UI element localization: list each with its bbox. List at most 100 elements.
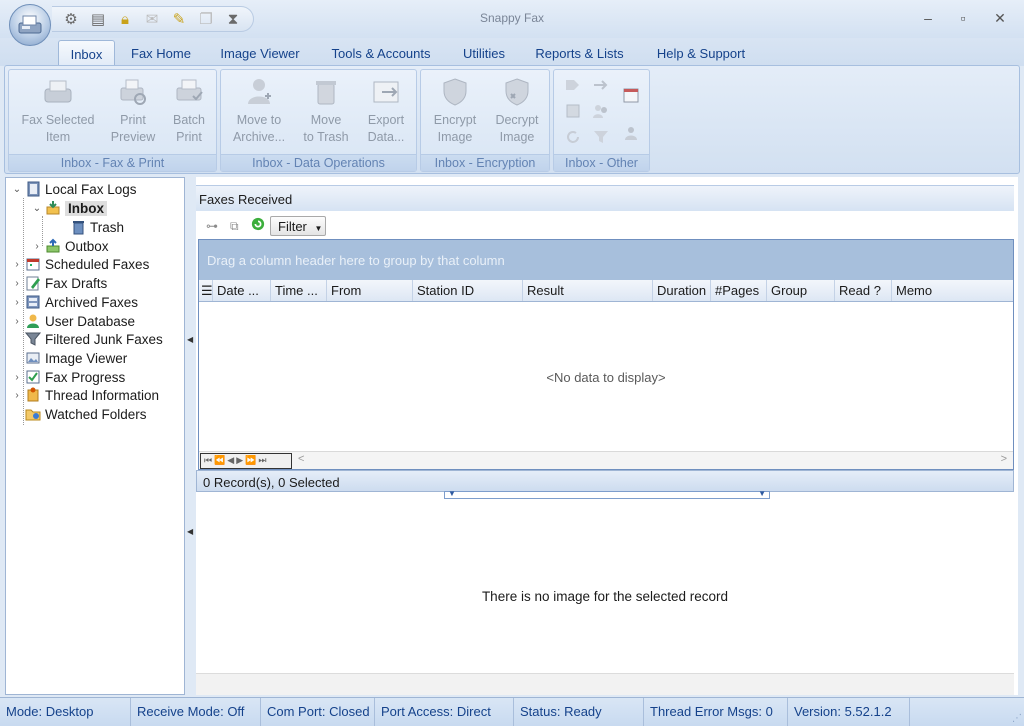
tree-item-scheduled-faxes[interactable]: › Scheduled Faxes	[11, 255, 149, 273]
user-icon	[27, 314, 39, 328]
tree-item-local-fax-logs[interactable]: ⌄ Local Fax Logs	[11, 180, 137, 198]
tree-item-archived-faxes[interactable]: › Archived Faxes	[11, 293, 138, 311]
filter-dropdown-button[interactable]: Filter ▼	[270, 216, 326, 236]
collapse-left-icon[interactable]: ◀	[187, 527, 193, 536]
scroll-right-arrow[interactable]: >	[1001, 453, 1007, 465]
status-mode: Mode: Desktop	[0, 698, 131, 726]
ribbon-group-encryption: Encrypt Image Decrypt Image Inbox - Encryp…	[420, 69, 550, 172]
minimize-button[interactable]: –	[911, 8, 945, 28]
tab-utilities[interactable]: Utilities	[453, 40, 515, 66]
column-header-from[interactable]: From	[327, 280, 413, 301]
folder-watch-icon	[25, 409, 41, 421]
user-icon[interactable]	[622, 124, 640, 142]
tab-inbox[interactable]: Inbox	[58, 40, 115, 66]
record-count: 0 Record(s), 0 Selected	[196, 470, 1014, 492]
application-menu-button[interactable]	[9, 4, 51, 46]
refresh-icon[interactable]	[250, 217, 266, 231]
chevron-right-icon[interactable]: ›	[11, 390, 23, 401]
chevron-down-icon[interactable]: ⌄	[11, 184, 23, 195]
fax-selected-item-button[interactable]: Fax Selected Item	[13, 76, 103, 146]
decrypt-image-button[interactable]: Decrypt Image	[489, 76, 545, 146]
navigation-tree: ⌄ Local Fax Logs ⌄ Inbox Trash › Outbox …	[5, 177, 185, 695]
status-thread-errors: Thread Error Msgs: 0	[644, 698, 788, 726]
tab-tools-accounts[interactable]: Tools & Accounts	[320, 40, 442, 66]
status-bar: Mode: Desktop Receive Mode: Off Com Port…	[0, 697, 1024, 726]
scroll-left-arrow[interactable]: <	[298, 453, 304, 465]
column-header-duration[interactable]: Duration	[653, 280, 711, 301]
user-archive-icon	[248, 79, 271, 104]
shield-unlock-icon	[505, 78, 529, 106]
tab-help-support[interactable]: Help & Support	[645, 40, 757, 66]
vertical-splitter[interactable]: ◀ ◀	[186, 177, 194, 695]
record-navigation-buttons[interactable]: ⏮⏪◀▶⏩⏭	[200, 453, 292, 469]
tree-item-image-viewer[interactable]: Image Viewer	[23, 349, 127, 367]
tag-icon[interactable]	[564, 76, 582, 94]
fax-machine-icon	[18, 15, 42, 34]
tab-reports-lists[interactable]: Reports & Lists	[525, 40, 634, 66]
column-header-time[interactable]: Time ...	[271, 280, 327, 301]
column-header-memo[interactable]: Memo	[892, 280, 1013, 301]
refresh-icon[interactable]	[564, 128, 582, 146]
expand-groups-icon[interactable]: ⊶	[206, 219, 222, 233]
note-icon[interactable]	[564, 102, 582, 120]
column-header-row: ☰ Date ... Time ... From Station ID Resu…	[199, 280, 1013, 302]
tree-item-filtered-junk-faxes[interactable]: Filtered Junk Faxes	[23, 330, 163, 348]
move-to-trash-button[interactable]: Move to Trash	[297, 76, 355, 146]
tree-item-watched-folders[interactable]: Watched Folders	[23, 405, 147, 423]
group-label: Inbox - Data Operations	[221, 154, 416, 171]
column-header-group[interactable]: Group	[767, 280, 835, 301]
fax-machine-icon	[44, 80, 72, 103]
status-com-port: Com Port: Closed	[261, 698, 375, 726]
tree-item-user-database[interactable]: › User Database	[11, 312, 135, 330]
draft-icon	[26, 276, 40, 291]
export-data-button[interactable]: Export Data...	[359, 76, 413, 146]
shield-icon	[443, 78, 467, 106]
encrypt-image-button[interactable]: Encrypt Image	[427, 76, 483, 146]
chevron-right-icon[interactable]: ›	[31, 241, 43, 252]
column-header-station-id[interactable]: Station ID	[413, 280, 523, 301]
grid-navigator: ⏮⏪◀▶⏩⏭ < >	[199, 451, 1013, 469]
column-header-read[interactable]: Read ?	[835, 280, 892, 301]
horizontal-splitter[interactable]: ▼ ▼	[444, 489, 770, 499]
tree-item-fax-progress[interactable]: › Fax Progress	[11, 368, 125, 386]
tree-item-trash[interactable]: Trash	[68, 218, 124, 236]
column-header-pages[interactable]: #Pages	[711, 280, 767, 301]
collapse-groups-icon[interactable]: ⧉	[230, 219, 246, 233]
move-to-archive-button[interactable]: Move to Archive...	[227, 76, 291, 146]
column-header-result[interactable]: Result	[523, 280, 653, 301]
title-bar: ⚙ ▤ 🔒︎ ✉ ✎ ❐ ⧗ Snappy Fax – ▫ ✕	[0, 0, 1024, 38]
collapse-left-icon[interactable]: ◀	[187, 335, 193, 344]
print-preview-button[interactable]: Print Preview	[107, 76, 159, 146]
tree-item-thread-information[interactable]: › Thread Information	[11, 386, 159, 404]
batch-print-button[interactable]: Batch Print	[165, 76, 213, 146]
close-button[interactable]: ✕	[983, 8, 1017, 28]
forward-icon[interactable]	[592, 76, 610, 94]
tab-image-viewer[interactable]: Image Viewer	[210, 40, 310, 66]
thread-info-icon	[27, 387, 39, 402]
column-header-date[interactable]: Date ...	[213, 280, 271, 301]
chevron-right-icon[interactable]: ›	[11, 259, 23, 270]
chevron-down-icon[interactable]: ⌄	[31, 203, 43, 214]
chevron-right-icon[interactable]: ›	[11, 372, 23, 383]
maximize-button[interactable]: ▫	[946, 8, 980, 28]
progress-icon	[26, 370, 40, 384]
print-preview-icon	[120, 79, 146, 105]
column-chooser-icon[interactable]: ☰	[199, 280, 213, 301]
no-image-message: There is no image for the selected recor…	[481, 589, 729, 604]
chevron-right-icon[interactable]: ›	[11, 297, 23, 308]
resize-grip-icon[interactable]: ⋰	[1012, 713, 1022, 724]
chevron-right-icon[interactable]: ›	[11, 316, 23, 327]
tab-fax-home[interactable]: Fax Home	[122, 40, 200, 66]
users-icon[interactable]	[592, 102, 610, 120]
filter-icon[interactable]	[592, 128, 610, 146]
image-preview-pane: There is no image for the selected recor…	[196, 501, 1014, 695]
chevron-right-icon[interactable]: ›	[11, 278, 23, 289]
calendar-icon	[26, 258, 40, 271]
tree-item-fax-drafts[interactable]: › Fax Drafts	[11, 274, 107, 292]
tree-item-inbox[interactable]: ⌄ Inbox	[31, 199, 107, 217]
group-by-panel[interactable]: Drag a column header here to group by th…	[199, 240, 1013, 280]
export-icon	[373, 81, 399, 103]
group-label: Inbox - Other	[554, 154, 649, 171]
tree-item-outbox[interactable]: › Outbox	[31, 237, 108, 255]
calendar-icon[interactable]	[622, 86, 640, 104]
